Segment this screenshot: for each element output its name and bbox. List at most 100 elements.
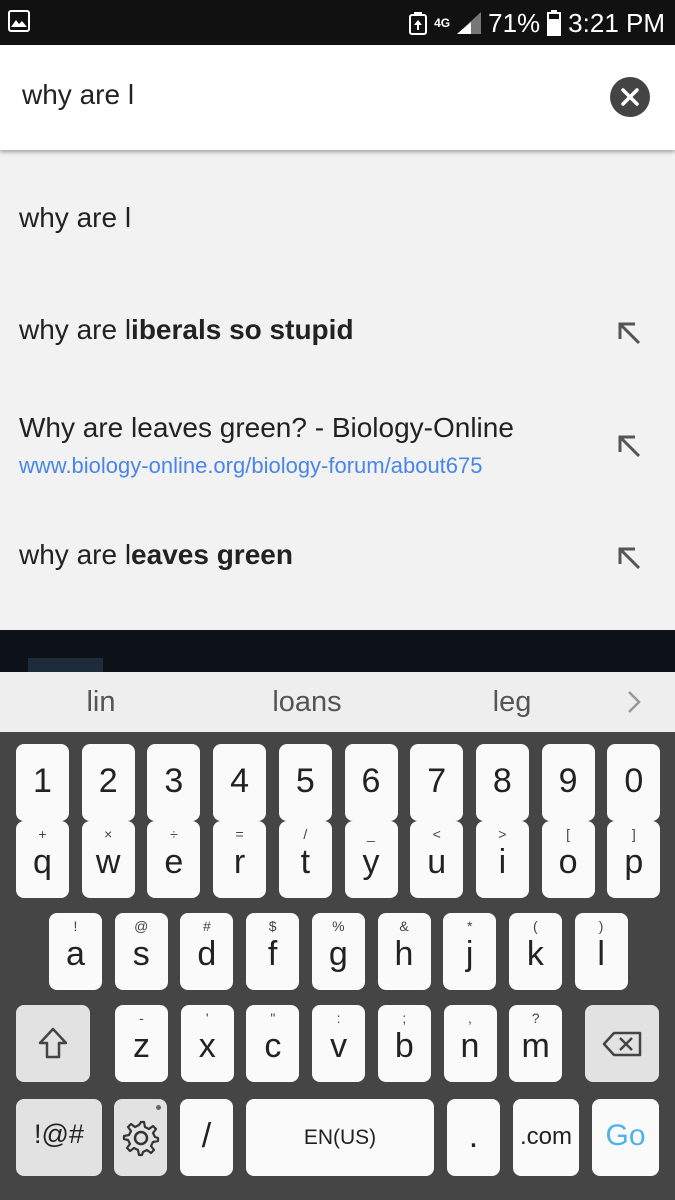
period-key[interactable]: . (447, 1099, 500, 1176)
key-t[interactable]: / t (278, 821, 332, 898)
slash-key[interactable]: / (180, 1099, 233, 1176)
key-secondary-label: , (468, 1010, 472, 1026)
clock: 3:21 PM (568, 7, 665, 38)
key-o[interactable]: [o (541, 821, 595, 898)
gear-icon (122, 1120, 160, 1157)
arrow-up-left-icon[interactable] (613, 430, 645, 462)
go-button[interactable]: Go (592, 1099, 659, 1176)
key-secondary-label: - (139, 1010, 144, 1026)
key-d[interactable]: # d (180, 913, 234, 990)
key-k[interactable]: (k (508, 913, 562, 990)
close-icon (621, 88, 639, 106)
key-u[interactable]: < u (410, 821, 464, 898)
backup-icon (409, 12, 428, 35)
key-label: 9 (558, 762, 578, 800)
key-secondary-label: ! (73, 918, 78, 934)
key-secondary-label: " (270, 1010, 276, 1026)
key-x[interactable]: ' x (180, 1005, 234, 1082)
battery-icon (547, 10, 562, 36)
key-q[interactable]: + q (16, 821, 69, 898)
key-secondary-label: & (399, 918, 409, 934)
key-label: h (394, 935, 414, 973)
clear-search-button[interactable] (610, 77, 650, 117)
chevron-right-icon[interactable] (627, 690, 641, 714)
key-secondary-label: * (466, 918, 473, 934)
key-c[interactable]: " c (246, 1005, 300, 1082)
key-j[interactable]: * j (443, 913, 497, 990)
key-secondary-label: @ (134, 918, 149, 934)
key-label: c (264, 1027, 282, 1065)
key-6[interactable]: 6 (344, 744, 398, 821)
key-l[interactable]: ) l (574, 913, 628, 990)
backspace-icon (602, 1031, 642, 1057)
key-z[interactable]: -z (115, 1005, 168, 1082)
key-r[interactable]: = r (213, 821, 267, 898)
key-label: 5 (295, 762, 315, 800)
suggestion-item[interactable]: why are l (0, 150, 675, 262)
prediction-3[interactable]: leg (493, 686, 532, 719)
key-w[interactable]: × w (81, 821, 135, 898)
key-label: r (233, 843, 246, 881)
key-8[interactable]: 8 (475, 744, 529, 821)
key-1[interactable]: 1 (16, 744, 69, 821)
suggestion-item[interactable]: why are leaves green (0, 487, 675, 600)
key-secondary-label: / (303, 826, 308, 842)
key-a[interactable]: ! a (49, 913, 102, 990)
suggestion-item[interactable]: Why are leaves green? - Biology-Online w… (0, 375, 675, 487)
key-h[interactable]: & h (377, 913, 431, 990)
key-secondary-label: ( (533, 918, 538, 934)
key-label: 7 (427, 762, 447, 800)
prediction-1[interactable]: lin (86, 686, 115, 719)
space-key[interactable]: EN(US) (246, 1099, 434, 1176)
key-secondary-label: > (498, 826, 507, 842)
key-secondary-label: ] (631, 826, 636, 842)
key-7[interactable]: 7 (410, 744, 464, 821)
suggestion-item[interactable]: why are liberals so stupid (0, 262, 675, 375)
arrow-up-left-icon[interactable] (613, 317, 645, 349)
keyboard: 1 2 3 4 5 6 7 8 9 0 + q × w ÷ e = r / t _ y < u > i[o] p! a @ s # d $ f% g… (0, 732, 675, 1200)
image-notification-icon (8, 10, 30, 32)
symbols-key[interactable]: !@# (16, 1099, 102, 1176)
prediction-2[interactable]: loans (272, 686, 341, 719)
shift-key[interactable] (16, 1005, 90, 1082)
key-2[interactable]: 2 (81, 744, 135, 821)
settings-key[interactable] (114, 1099, 167, 1176)
key-b[interactable]: ; b (377, 1005, 431, 1082)
shift-icon (38, 1027, 68, 1059)
key-secondary-label: < (432, 826, 441, 842)
key-i[interactable]: > i (475, 821, 529, 898)
key-g[interactable]: % g (311, 913, 365, 990)
arrow-up-left-icon[interactable] (613, 542, 645, 574)
key-y[interactable]: _ y (344, 821, 398, 898)
key-4[interactable]: 4 (213, 744, 267, 821)
key-0[interactable]: 0 (607, 744, 661, 821)
key-label: n (460, 1027, 480, 1065)
key-p[interactable]: ] p (607, 821, 661, 898)
key-label: v (330, 1027, 348, 1065)
key-label: s (132, 935, 150, 973)
key-3[interactable]: 3 (147, 744, 201, 821)
key-e[interactable]: ÷ e (147, 821, 201, 898)
search-input[interactable]: why are l (22, 79, 134, 111)
key-5[interactable]: 5 (278, 744, 332, 821)
suggestion-list: why are l why are liberals so stupid Why… (0, 150, 675, 630)
backspace-key[interactable] (585, 1005, 659, 1082)
dotcom-key[interactable]: .com (513, 1099, 579, 1176)
key-m[interactable]: ? m (509, 1005, 563, 1082)
key-label: 2 (98, 762, 118, 800)
period-key-label: . (468, 1117, 479, 1155)
key-n[interactable]: ,n (443, 1005, 497, 1082)
key-label: 0 (624, 762, 644, 800)
key-label: b (394, 1027, 414, 1065)
key-9[interactable]: 9 (541, 744, 595, 821)
key-label: z (133, 1027, 150, 1065)
key-v[interactable]: :v (312, 1005, 366, 1082)
suggestion-text: why are leaves green (19, 539, 293, 570)
settings-dot (156, 1105, 161, 1110)
key-label: 6 (361, 762, 381, 800)
key-label: 1 (33, 762, 52, 800)
key-f[interactable]: $ f (246, 913, 300, 990)
key-s[interactable]: @ s (114, 913, 168, 990)
key-label: k (526, 935, 544, 973)
key-secondary-label: ) (598, 918, 604, 934)
